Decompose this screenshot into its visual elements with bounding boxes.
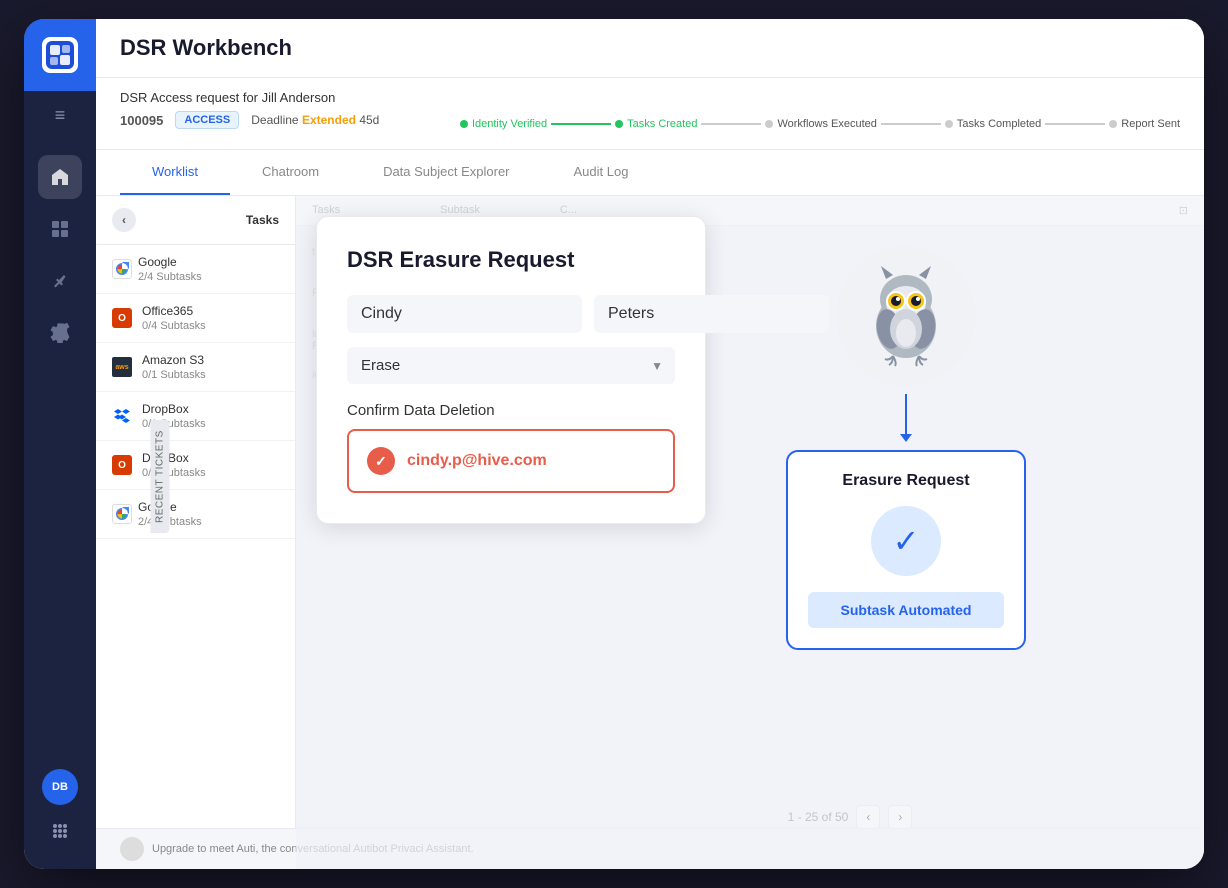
right-panel: Erasure Request ✓ Subtask Automated [746, 216, 1066, 680]
modal-overlay: DSR Erasure Request Erase Restrict Anony… [296, 196, 1204, 869]
logo-icon [42, 37, 78, 73]
task-panel: ‹ Tasks Google 2/4 Subtasks [96, 196, 296, 869]
step-dot [615, 120, 623, 128]
task-subtasks: 2/4 Subtasks [138, 516, 202, 528]
owl-illustration [836, 246, 976, 386]
sidebar-item-settings[interactable] [38, 311, 82, 355]
google-icon2 [112, 504, 132, 524]
progress-steps: Identity Verified Tasks Created Workflow… [460, 118, 1180, 130]
erase-select-wrapper: Erase Restrict Anonymize ▼ [347, 347, 675, 384]
step-identity: Identity Verified [460, 118, 547, 130]
action-select[interactable]: Erase Restrict Anonymize [347, 347, 675, 384]
dsr-meta: 100095 ACCESS Deadline Extended 45d [120, 111, 379, 129]
step-label: Report Sent [1121, 118, 1180, 130]
menu-toggle-button[interactable]: ≡ [24, 91, 96, 139]
erasure-card-title: Erasure Request [808, 472, 1004, 490]
sidebar-item-grid[interactable] [38, 207, 82, 251]
tasks-label: Tasks [246, 213, 279, 227]
select-arrow-icon: ▼ [651, 359, 663, 373]
dropbox-icon [112, 406, 132, 426]
tab-chatroom[interactable]: Chatroom [230, 150, 351, 195]
sidebar-logo [24, 19, 96, 91]
back-button[interactable]: ‹ [112, 208, 136, 232]
arrow-connector [900, 394, 912, 442]
step-label: Tasks Created [627, 118, 697, 130]
step-label: Workflows Executed [777, 118, 876, 130]
user-avatar-button[interactable]: DB [42, 769, 78, 805]
step-dot [1109, 120, 1117, 128]
modal-title: DSR Erasure Request [347, 247, 675, 273]
task-name: Google [138, 255, 202, 269]
sidebar-item-home[interactable] [38, 155, 82, 199]
main-content: DSR Workbench DSR Access request for Jil… [96, 19, 1204, 869]
step-label: Identity Verified [472, 118, 547, 130]
access-badge: ACCESS [175, 111, 239, 129]
ticket-id: 100095 [120, 113, 163, 128]
step-line-inactive3 [1045, 123, 1105, 125]
task-subtasks: 2/4 Subtasks [138, 271, 202, 283]
sidebar: ≡ DB [24, 19, 96, 869]
task-subtasks: 0/1 Subtasks [142, 369, 206, 381]
tabs-bar: Worklist Chatroom Data Subject Explorer … [96, 150, 1204, 196]
list-item[interactable]: O Office365 0/4 Subtasks [96, 294, 295, 343]
erasure-request-card: Erasure Request ✓ Subtask Automated [786, 450, 1026, 650]
google-icon [112, 259, 132, 279]
list-item[interactable]: O DropBox 0/1 Subtasks [96, 441, 295, 490]
name-fields [347, 295, 675, 333]
step-report: Report Sent [1109, 118, 1180, 130]
office365-icon: O [112, 308, 132, 328]
step-workflows: Workflows Executed [765, 118, 876, 130]
email-confirm-box: ✓ cindy.p@hive.com [347, 429, 675, 493]
list-item[interactable]: DropBox 0/1 Subtasks [96, 392, 295, 441]
dsr-request-title: DSR Access request for Jill Anderson [120, 90, 1180, 105]
task-name: Office365 [142, 304, 206, 318]
email-text: cindy.p@hive.com [407, 452, 547, 470]
task-name: Google [138, 500, 202, 514]
task-name: DropBox [142, 402, 206, 416]
list-item[interactable]: aws Amazon S3 0/1 Subtasks [96, 343, 295, 392]
confirm-label: Confirm Data Deletion [347, 402, 675, 419]
sidebar-bottom: DB [42, 753, 78, 869]
page-title: DSR Workbench [120, 35, 1180, 61]
first-name-input[interactable] [347, 295, 582, 333]
top-header: DSR Workbench [96, 19, 1204, 78]
sidebar-nav [38, 139, 82, 753]
tab-worklist[interactable]: Worklist [120, 150, 230, 195]
aws-icon: aws [112, 357, 132, 377]
step-line-inactive2 [881, 123, 941, 125]
tab-audit-log[interactable]: Audit Log [542, 150, 661, 195]
work-area: Tasks Subtask C... ⊡ ti-Discovery → ed d… [296, 196, 1204, 869]
sidebar-item-tools[interactable] [38, 259, 82, 303]
task-panel-header: ‹ Tasks [96, 196, 295, 245]
arrow-line [905, 394, 907, 434]
step-line-inactive [701, 123, 761, 125]
step-dot [765, 120, 773, 128]
task-subtasks: 0/4 Subtasks [142, 320, 206, 332]
step-dot [945, 120, 953, 128]
tab-data-subject-explorer[interactable]: Data Subject Explorer [351, 150, 541, 195]
upgrade-avatar [120, 837, 144, 861]
task-name: Amazon S3 [142, 353, 206, 367]
checkmark-icon: ✓ [893, 522, 920, 560]
step-label: Tasks Completed [957, 118, 1041, 130]
dsr-header: DSR Access request for Jill Anderson 100… [96, 78, 1204, 150]
apps-grid-button[interactable] [42, 813, 78, 849]
subtask-automated-button[interactable]: Subtask Automated [808, 592, 1004, 628]
erasure-modal: DSR Erasure Request Erase Restrict Anony… [316, 216, 706, 524]
list-item[interactable]: Google 2/4 Subtasks [96, 490, 295, 539]
content-area: RECENT TICKETS ‹ Tasks Google 2/4 Su [96, 196, 1204, 869]
deadline-text: Deadline Extended 45d [251, 113, 379, 127]
warning-icon: ✓ [367, 447, 395, 475]
step-dot [460, 120, 468, 128]
arrow-head [900, 434, 912, 442]
check-circle: ✓ [871, 506, 941, 576]
step-tasks: Tasks Created [615, 118, 697, 130]
step-completed: Tasks Completed [945, 118, 1041, 130]
recent-tickets-tab[interactable]: RECENT TICKETS [151, 420, 170, 533]
list-item[interactable]: Google 2/4 Subtasks [96, 245, 295, 294]
deadline-extended: Extended [302, 113, 356, 127]
step-line [551, 123, 611, 125]
dropbox-ms-icon: O [112, 455, 132, 475]
